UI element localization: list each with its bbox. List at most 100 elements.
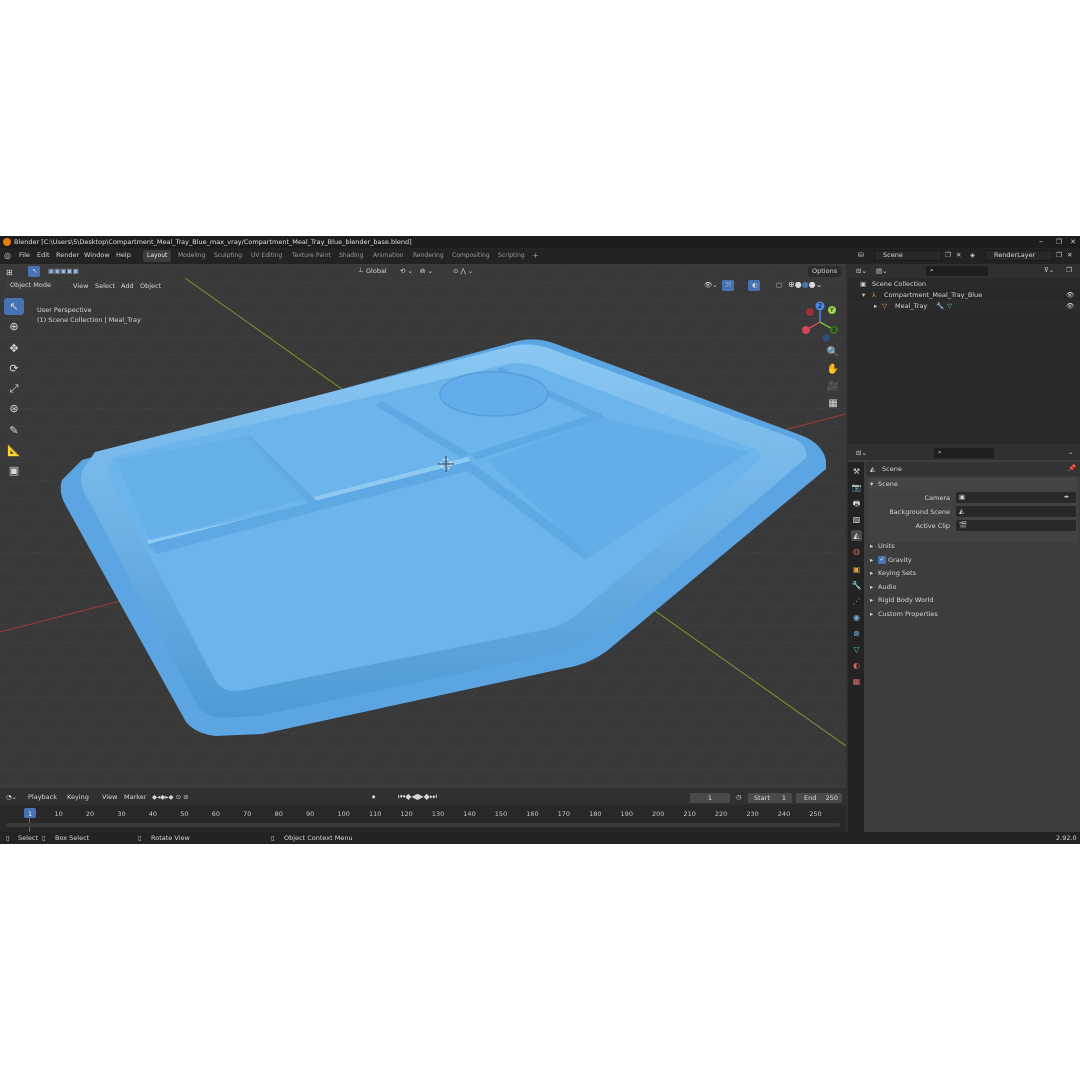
tool-tab-icon[interactable]: ⚒ [851, 466, 862, 477]
cursor-tool-icon[interactable]: ⊕ [4, 318, 24, 335]
texture-tab-icon[interactable]: ▦ [851, 676, 862, 687]
visibility-eye-icon[interactable]: 👁 [1066, 302, 1074, 310]
outliner-search-input[interactable] [926, 266, 988, 276]
section-rigid-body-world[interactable]: Rigid Body World [878, 596, 934, 604]
view-layer-icon[interactable]: ◈ [970, 251, 975, 259]
section-keying-sets[interactable]: Keying Sets [878, 569, 916, 577]
pivot-icon[interactable]: ⟲ ⌄ [400, 267, 413, 275]
particles-tab-icon[interactable]: ⋰ [851, 596, 862, 607]
tab-texture-paint[interactable]: Texture Paint [288, 250, 335, 262]
menu-add[interactable]: Add [121, 282, 134, 290]
gravity-checkbox[interactable]: ✓ [878, 556, 886, 564]
tab-rendering[interactable]: Rendering [409, 250, 448, 262]
xray-icon[interactable]: ▢ [776, 281, 782, 289]
pin-icon[interactable]: 📌 [1068, 464, 1076, 472]
zoom-icon[interactable]: 🔍 [826, 346, 840, 360]
pan-hand-icon[interactable]: ✋ [826, 363, 840, 377]
render-tab-icon[interactable]: 📷 [851, 482, 862, 493]
tab-compositing[interactable]: Compositing [448, 250, 494, 262]
view-layer-field[interactable]: RenderLayer [985, 250, 1053, 261]
snap-icon[interactable]: ⋒ ⌄ [420, 267, 433, 275]
section-units[interactable]: Units [878, 542, 895, 550]
scene-tab-icon[interactable]: ◭ [851, 530, 862, 541]
active-clip-field[interactable]: 🎬 [956, 520, 1076, 531]
tab-shading[interactable]: Shading [335, 250, 367, 262]
background-scene-field[interactable]: ◭ [956, 506, 1076, 517]
delete-view-layer-icon[interactable]: ✕ [1067, 251, 1072, 259]
menu-edit[interactable]: Edit [37, 251, 50, 259]
transform-tool-icon[interactable]: ⊛ [4, 400, 24, 417]
world-tab-icon[interactable]: ◍ [851, 546, 862, 557]
scale-tool-icon[interactable]: ⤢ [4, 380, 24, 397]
outliner-item-tray-empty[interactable]: Compartment_Meal_Tray_Blue [884, 291, 982, 299]
blender-menu-icon[interactable]: ◎ [4, 251, 11, 260]
section-gravity[interactable]: Gravity [888, 556, 912, 564]
new-collection-icon[interactable]: ❐ [1066, 266, 1072, 274]
options-dropdown[interactable]: Options [808, 266, 842, 277]
menu-view[interactable]: View [73, 282, 88, 290]
view-layer-tab-icon[interactable]: ▨ [851, 514, 862, 525]
expand-arrow-icon[interactable]: ▸ [874, 302, 877, 310]
new-scene-icon[interactable]: ❐ [945, 251, 951, 259]
editor-type-icon[interactable]: ⊞ [6, 268, 13, 277]
selection-mode-icons[interactable]: ▣▣▣▣▣ [48, 267, 79, 275]
data-tab-icon[interactable]: ▽ [851, 644, 862, 655]
minimize-button[interactable]: – [1032, 236, 1050, 248]
add-cube-tool-icon[interactable]: ▣ [4, 462, 24, 479]
visibility-eye-icon[interactable]: 👁 [1066, 291, 1074, 299]
gizmo-toggle-icon[interactable]: ⤧ [722, 280, 734, 291]
timeline-scrollbar[interactable] [6, 823, 840, 827]
physics-tab-icon[interactable]: ◉ [851, 612, 862, 623]
select-box-tool-icon[interactable]: ↖ [4, 298, 24, 315]
camera-view-icon[interactable]: 🎥 [826, 380, 840, 394]
annotate-tool-icon[interactable]: ✎ [4, 422, 24, 439]
move-tool-icon[interactable]: ✥ [4, 340, 24, 357]
overlay-toggle-icon[interactable]: ◐ [748, 280, 760, 291]
filter-icon[interactable]: ⊽⌄ [1044, 266, 1054, 274]
object-mode-dropdown[interactable]: Object Mode [6, 280, 55, 291]
camera-field[interactable]: ▣ ✒ [956, 492, 1076, 503]
menu-file[interactable]: File [19, 251, 30, 259]
viewport-scene[interactable] [0, 264, 846, 788]
menu-object[interactable]: Object [140, 282, 161, 290]
select-tool-icon[interactable]: ↖ [28, 266, 40, 277]
eyedropper-icon[interactable]: ✒ [1064, 493, 1069, 501]
outliner-root-label[interactable]: Scene Collection [872, 280, 926, 288]
section-audio[interactable]: Audio [878, 583, 896, 591]
close-button[interactable]: ✕ [1064, 236, 1080, 248]
modifier-tab-icon[interactable]: 🔧 [851, 580, 862, 591]
menu-select[interactable]: Select [95, 282, 115, 290]
visibility-icon[interactable]: 👁⌄ [704, 281, 718, 289]
ortho-grid-icon[interactable]: ▦ [826, 397, 840, 411]
tab-uv-editing[interactable]: UV Editing [247, 250, 286, 262]
display-mode-icon[interactable]: ▤⌄ [876, 267, 888, 275]
menu-help[interactable]: Help [116, 251, 131, 259]
measure-tool-icon[interactable]: 📐 [4, 442, 24, 459]
tab-animation[interactable]: Animation [369, 250, 408, 262]
outliner-item-meal-tray[interactable]: Meal_Tray [895, 302, 927, 310]
menu-render[interactable]: Render [56, 251, 79, 259]
expand-arrow-icon[interactable]: ▾ [862, 291, 865, 299]
new-view-layer-icon[interactable]: ❐ [1056, 251, 1062, 259]
properties-editor-icon[interactable]: ⊟⌄ [856, 449, 867, 457]
scene-selector-icon[interactable]: ⛁ [858, 251, 864, 259]
navigation-gizmo[interactable]: Y Z X [798, 300, 842, 344]
scene-name-field[interactable]: Scene [874, 250, 942, 261]
options-chevron-icon[interactable]: ⌄ [1068, 448, 1073, 456]
section-custom-properties[interactable]: Custom Properties [878, 610, 938, 618]
tab-modeling[interactable]: Modeling [174, 250, 209, 262]
menu-window[interactable]: Window [84, 251, 110, 259]
tab-scripting[interactable]: Scripting [494, 250, 529, 262]
outliner-editor-icon[interactable]: ⊟⌄ [856, 267, 867, 275]
tab-sculpting[interactable]: Sculpting [210, 250, 246, 262]
constraints-tab-icon[interactable]: ⊗ [851, 628, 862, 639]
properties-search-input[interactable] [934, 448, 994, 458]
rotate-tool-icon[interactable]: ⟳ [4, 360, 24, 377]
add-workspace-button[interactable]: + [528, 250, 543, 262]
material-tab-icon[interactable]: ◐ [851, 660, 862, 671]
orientation-label[interactable]: Global [366, 267, 387, 275]
3d-viewport[interactable]: ⊞ ↖ ▣▣▣▣▣ ⊥ Global ⟲ ⌄ ⋒ ⌄ ⊙ ⋀ ⌄ Options… [0, 264, 846, 788]
scene-panel-header[interactable]: ▾ Scene [868, 478, 1078, 490]
delete-scene-icon[interactable]: ✕ [956, 251, 961, 259]
shading-mode-icons[interactable]: ⊕●●●⌄ [788, 280, 822, 289]
